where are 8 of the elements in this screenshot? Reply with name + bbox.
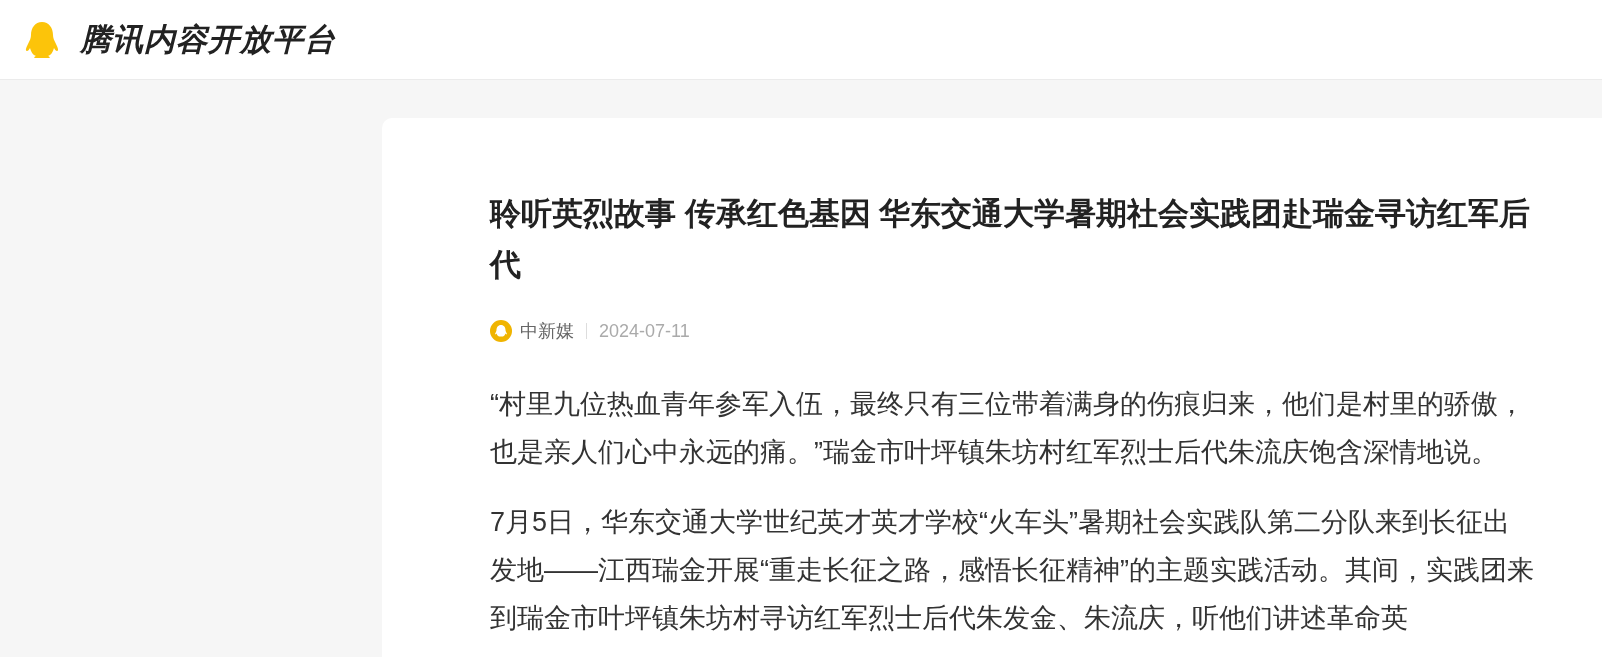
penguin-logo-icon[interactable]	[24, 19, 60, 60]
article-title: 聆听英烈故事 传承红色基因 华东交通大学暑期社会实践团赴瑞金寻访红军后代	[490, 195, 1532, 284]
site-name[interactable]: 腾讯内容开放平台	[80, 18, 336, 61]
source-name[interactable]: 中新媒	[520, 319, 574, 343]
article-paragraph: “村里九位热血青年参军入伍，最终只有三位带着满身的伤痕归来，他们是村里的骄傲，也是亲人们心中永远的痛。”瑞金市叶坪镇朱坊村红军烈士后代朱流庆饱含深情地说。	[490, 388, 1526, 469]
penguin-avatar-icon	[490, 320, 512, 342]
publish-date: 2024-07-11	[599, 320, 690, 342]
article-paragraph: 7月5日，华东交通大学世纪英才英才学校“火车头”暑期社会实践队第二分队来到长征出发地——江西瑞金开展“重走长征之路，感悟长征精神”的主题实践活动。其间，实践团来到瑞金市叶坪镇朱坊村寻访红军烈士后代朱发金、朱流庆，听他们讲述革命英	[490, 506, 1535, 635]
